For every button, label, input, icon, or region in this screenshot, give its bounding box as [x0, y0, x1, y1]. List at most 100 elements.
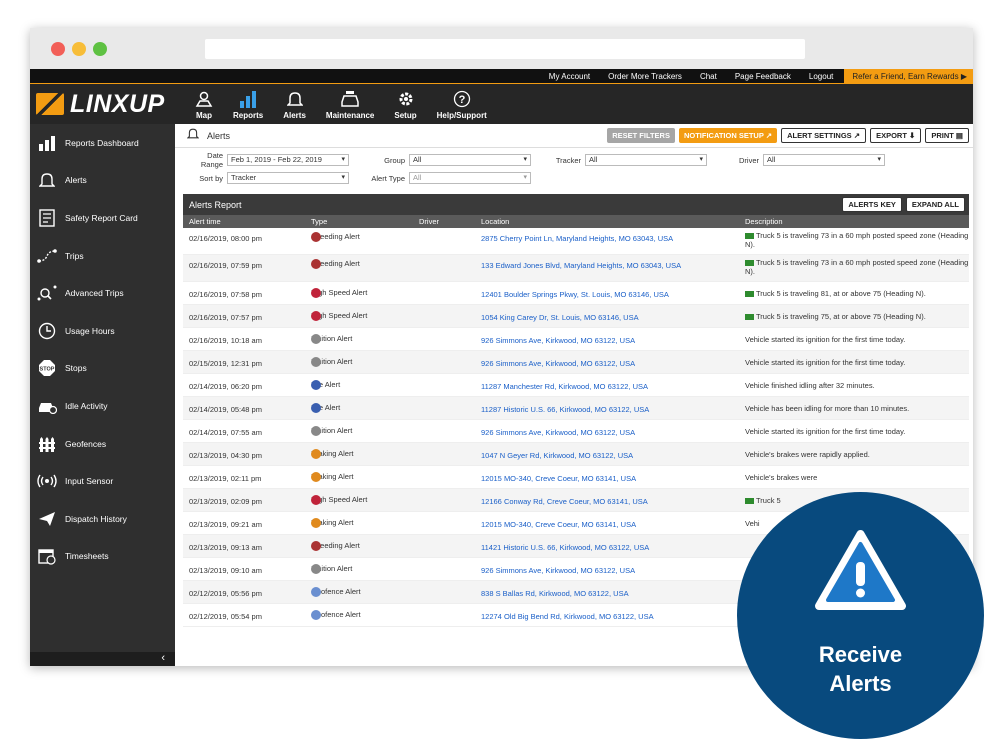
print-button[interactable]: PRINT ▤: [925, 128, 969, 143]
location-link[interactable]: 11287 Historic U.S. 66, Kirkwood, MO 631…: [481, 405, 649, 414]
nav-map[interactable]: Map: [185, 84, 223, 124]
description-text: Vehicle's brakes were rapidly applied.: [745, 450, 870, 459]
sidebar-item-geofences[interactable]: Geofences: [30, 425, 175, 463]
location-link[interactable]: 926 Simmons Ave, Kirkwood, MO 63122, USA: [481, 336, 635, 345]
table-row[interactable]: 02/14/2019, 06:20 pm Idle Alert 11287 Manc…: [183, 374, 969, 397]
col-driver[interactable]: Driver: [419, 217, 439, 226]
linxup-logo[interactable]: LINXUP: [30, 84, 175, 124]
reset-filters-button[interactable]: RESET FILTERS: [607, 128, 675, 143]
page-feedback-link[interactable]: Page Feedback: [726, 72, 800, 81]
location-link[interactable]: 926 Simmons Ave, Kirkwood, MO 63122, USA: [481, 566, 635, 575]
nav-alerts[interactable]: Alerts: [273, 84, 316, 124]
alert-type-icon: [311, 402, 321, 413]
date-range-select[interactable]: Feb 1, 2019 - Feb 22, 2019: [227, 154, 349, 166]
bar-chart-icon: [238, 89, 258, 109]
location-link[interactable]: 838 S Ballas Rd, Kirkwood, MO 63122, USA: [481, 589, 629, 598]
collapse-sidebar-button[interactable]: ‹: [30, 652, 175, 666]
table-row[interactable]: 02/16/2019, 07:58 pm High Speed Alert 1240…: [183, 282, 969, 305]
alerts-key-button[interactable]: ALERTS KEY: [842, 197, 902, 212]
trip-icon: [37, 246, 57, 266]
col-location[interactable]: Location: [481, 217, 509, 226]
download-icon: ⬇: [909, 131, 916, 140]
group-select[interactable]: All: [409, 154, 531, 166]
description-text: Vehicle finished idling after 32 minutes…: [745, 381, 875, 390]
sidebar-item-dispatch-history[interactable]: Dispatch History: [30, 500, 175, 538]
page-header: Alerts RESET FILTERS NOTIFICATION SETUP …: [175, 124, 973, 148]
sidebar-item-label: Reports Dashboard: [65, 137, 139, 148]
my-account-link[interactable]: My Account: [540, 72, 599, 81]
alert-type-cell: Ignition Alert: [311, 333, 352, 344]
alert-type-cell: Geofence Alert: [311, 586, 361, 597]
nav-help[interactable]: ? Help/Support: [427, 84, 497, 124]
alert-type-icon: [311, 425, 321, 436]
sidebar-item-label: Input Sensor: [65, 476, 114, 487]
table-row[interactable]: 02/13/2019, 02:11 pm Braking Alert 12015 M…: [183, 466, 969, 489]
sensor-icon: [37, 471, 57, 491]
export-button[interactable]: EXPORT ⬇: [870, 128, 922, 143]
table-row[interactable]: 02/16/2019, 10:18 am Ignition Alert 926 Si…: [183, 328, 969, 351]
location-link[interactable]: 12166 Conway Rd, Creve Coeur, MO 63141, …: [481, 497, 648, 506]
nav-setup[interactable]: Setup: [384, 84, 426, 124]
table-row[interactable]: 02/16/2019, 07:57 pm High Speed Alert 1054…: [183, 305, 969, 328]
svg-text:STOP: STOP: [40, 367, 55, 373]
minimize-window-button[interactable]: [72, 42, 86, 56]
sidebar-item-input-sensor[interactable]: Input Sensor: [30, 462, 175, 500]
location-link[interactable]: 12015 MO-340, Creve Coeur, MO 63141, USA: [481, 474, 636, 483]
sort-by-select[interactable]: Tracker: [227, 172, 349, 184]
sidebar-item-advanced-trips[interactable]: Advanced Trips: [30, 274, 175, 312]
chat-link[interactable]: Chat: [691, 72, 726, 81]
nav-reports[interactable]: Reports: [223, 84, 273, 124]
sidebar-item-safety-report-card[interactable]: Safety Report Card: [30, 199, 175, 237]
table-row[interactable]: 02/14/2019, 05:48 pm Idle Alert 11287 Hist…: [183, 397, 969, 420]
description-cell: Truck 5 is traveling 75, at or above 75 …: [745, 312, 970, 321]
sidebar-item-alerts[interactable]: Alerts: [30, 162, 175, 200]
location-link[interactable]: 12274 Old Big Bend Rd, Kirkwood, MO 6312…: [481, 612, 654, 621]
callout-line-2: Alerts: [829, 671, 892, 696]
sidebar-item-timesheets[interactable]: Timesheets: [30, 538, 175, 576]
sidebar-item-reports-dashboard[interactable]: Reports Dashboard: [30, 124, 175, 162]
alert-type-select[interactable]: All: [409, 172, 531, 184]
nav-maintenance[interactable]: Maintenance: [316, 84, 384, 124]
location-link[interactable]: 2875 Cherry Point Ln, Maryland Heights, …: [481, 234, 673, 243]
sidebar-item-label: Safety Report Card: [65, 212, 138, 223]
location-link[interactable]: 12015 MO-340, Creve Coeur, MO 63141, USA: [481, 520, 636, 529]
driver-select[interactable]: All: [763, 154, 885, 166]
table-row[interactable]: 02/16/2019, 07:59 pm Speeding Alert 133 Ed…: [183, 255, 969, 282]
gear-icon: [397, 89, 415, 109]
address-bar[interactable]: [205, 39, 805, 59]
notification-setup-button[interactable]: NOTIFICATION SETUP ↗: [678, 128, 778, 143]
col-description[interactable]: Description: [745, 217, 783, 226]
location-link[interactable]: 11287 Manchester Rd, Kirkwood, MO 63122,…: [481, 382, 648, 391]
col-type[interactable]: Type: [311, 217, 327, 226]
table-row[interactable]: 02/14/2019, 07:55 am Ignition Alert 926 Si…: [183, 420, 969, 443]
table-row[interactable]: 02/13/2019, 04:30 pm Braking Alert 1047 N …: [183, 443, 969, 466]
location-link[interactable]: 1047 N Geyer Rd, Kirkwood, MO 63122, USA: [481, 451, 633, 460]
close-window-button[interactable]: [51, 42, 65, 56]
location-link[interactable]: 1054 King Carey Dr, St. Louis, MO 63146,…: [481, 313, 639, 322]
date-range-label: Date Range: [200, 151, 223, 169]
alert-type-cell: Ignition Alert: [311, 425, 352, 436]
bell-icon: [186, 127, 200, 145]
refer-friend-link[interactable]: Refer a Friend, Earn Rewards ▶: [844, 68, 973, 84]
tracker-select[interactable]: All: [585, 154, 707, 166]
alert-settings-button[interactable]: ALERT SETTINGS ↗: [781, 128, 867, 143]
sidebar-item-stops[interactable]: STOP Stops: [30, 350, 175, 388]
sidebar-item-idle-activity[interactable]: Idle Activity: [30, 387, 175, 425]
location-link[interactable]: 11421 Historic U.S. 66, Kirkwood, MO 631…: [481, 543, 649, 552]
table-row[interactable]: 02/16/2019, 08:00 pm Speeding Alert 2875 C…: [183, 228, 969, 255]
alert-type-icon: [311, 356, 321, 367]
location-link[interactable]: 926 Simmons Ave, Kirkwood, MO 63122, USA: [481, 428, 635, 437]
location-link[interactable]: 133 Edward Jones Blvd, Maryland Heights,…: [481, 261, 681, 270]
expand-all-button[interactable]: EXPAND ALL: [905, 197, 965, 212]
logout-link[interactable]: Logout: [800, 72, 842, 81]
maximize-window-button[interactable]: [93, 42, 107, 56]
order-trackers-link[interactable]: Order More Trackers: [599, 72, 691, 81]
sidebar-item-usage-hours[interactable]: Usage Hours: [30, 312, 175, 350]
col-alert-time[interactable]: Alert time: [189, 217, 221, 226]
bell-icon: [37, 170, 57, 190]
description-cell: Vehicle's brakes were rapidly applied.: [745, 450, 970, 459]
table-row[interactable]: 02/15/2019, 12:31 pm Ignition Alert 926 Si…: [183, 351, 969, 374]
location-link[interactable]: 12401 Boulder Springs Pkwy, St. Louis, M…: [481, 290, 669, 299]
sidebar-item-trips[interactable]: Trips: [30, 237, 175, 275]
location-link[interactable]: 926 Simmons Ave, Kirkwood, MO 63122, USA: [481, 359, 635, 368]
